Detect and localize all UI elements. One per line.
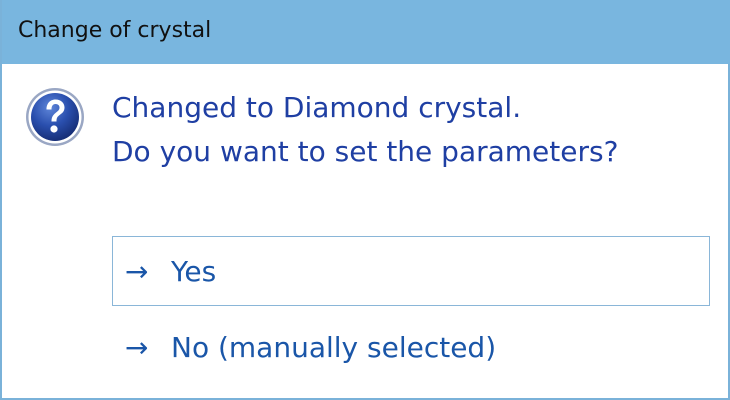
dialog-message: Changed to Diamond crystal. Do you want … — [112, 86, 618, 174]
yes-command-button[interactable]: → Yes — [112, 236, 710, 306]
arrow-right-icon: → — [125, 254, 149, 288]
title-bar[interactable]: Change of crystal — [2, 0, 730, 64]
no-command-button[interactable]: → No (manually selected) — [112, 312, 710, 382]
arrow-right-icon: → — [125, 330, 149, 364]
question-icon — [26, 88, 84, 146]
no-label: No (manually selected) — [171, 330, 497, 364]
message-line-2: Do you want to set the parameters? — [112, 135, 619, 168]
message-line-1: Changed to Diamond crystal. — [112, 91, 522, 124]
dialog-window: Change of crystal Changed to Diamond cry… — [0, 0, 730, 400]
yes-label: Yes — [171, 254, 217, 288]
window-title: Change of crystal — [18, 17, 212, 43]
